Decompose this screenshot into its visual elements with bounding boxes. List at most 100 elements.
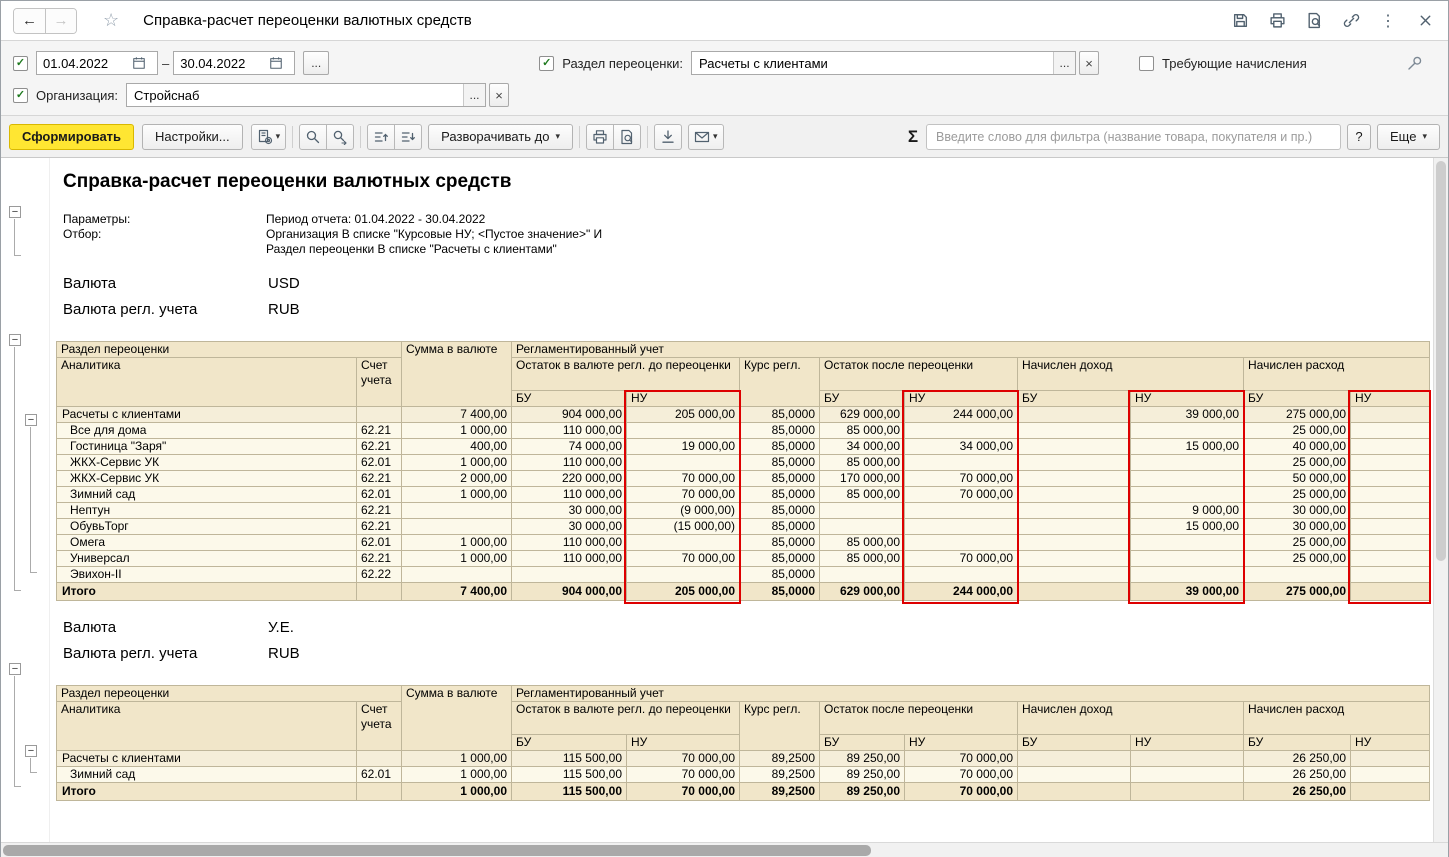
cell-value[interactable]: 70 000,00 — [905, 767, 1018, 783]
cell-value[interactable] — [1131, 455, 1244, 471]
cell-value[interactable]: 2 000,00 — [402, 471, 512, 487]
cell-value[interactable] — [820, 503, 905, 519]
cell-account[interactable]: 62.22 — [357, 567, 402, 583]
vertical-scrollbar-thumb[interactable] — [1436, 161, 1446, 561]
date-to-input[interactable] — [174, 56, 264, 71]
cell-value[interactable] — [402, 503, 512, 519]
cell-value[interactable]: 9 000,00 — [1131, 503, 1244, 519]
titlebar-save-button[interactable] — [1229, 10, 1251, 32]
cell-value[interactable]: 89,2500 — [740, 783, 820, 801]
cell-value[interactable]: 1 000,00 — [402, 423, 512, 439]
cell-value[interactable]: 70 000,00 — [905, 487, 1018, 503]
cell-value[interactable]: 85,0000 — [740, 519, 820, 535]
cell-value[interactable]: 70 000,00 — [627, 783, 740, 801]
cell-account[interactable]: 62.01 — [357, 487, 402, 503]
cell-value[interactable] — [820, 519, 905, 535]
back-button[interactable]: ← — [14, 9, 45, 33]
collapse-group-button[interactable]: − — [25, 414, 37, 426]
cell-value[interactable]: 34 000,00 — [905, 439, 1018, 455]
cell-value[interactable] — [1018, 567, 1131, 583]
cell-value[interactable] — [1018, 783, 1131, 801]
cell-value[interactable] — [1351, 567, 1430, 583]
cell-value[interactable] — [402, 567, 512, 583]
cell-value[interactable] — [512, 567, 627, 583]
send-email-button[interactable]: ▾ — [688, 124, 724, 150]
date-from-input[interactable] — [37, 56, 127, 71]
cell-value[interactable] — [1018, 583, 1131, 601]
cell-value[interactable]: 110 000,00 — [512, 487, 627, 503]
expand-groups-button[interactable] — [394, 124, 422, 150]
cell-value[interactable]: 85,0000 — [740, 407, 820, 423]
cell-value[interactable]: 115 500,00 — [512, 751, 627, 767]
section-select-button[interactable]: ... — [1053, 52, 1075, 74]
cell-value[interactable] — [1131, 423, 1244, 439]
cell-value[interactable]: 1 000,00 — [402, 487, 512, 503]
section-clear-button[interactable]: × — [1079, 51, 1099, 75]
cell-value[interactable] — [1131, 783, 1244, 801]
cell-value[interactable]: 85,0000 — [740, 535, 820, 551]
cell-analytics[interactable]: Гостиница "Заря" — [57, 439, 357, 455]
cell-analytics[interactable]: Расчеты с клиентами — [57, 407, 357, 423]
search-button[interactable] — [299, 124, 327, 150]
report-variants-button[interactable]: ▾ — [251, 124, 287, 150]
cell-value[interactable]: 30 000,00 — [512, 519, 627, 535]
cell-value[interactable]: 85 000,00 — [820, 487, 905, 503]
help-button[interactable]: ? — [1347, 124, 1371, 150]
cell-account[interactable]: 62.01 — [357, 535, 402, 551]
cell-value[interactable] — [1018, 455, 1131, 471]
cell-value[interactable]: 39 000,00 — [1131, 407, 1244, 423]
cell-value[interactable]: 89,2500 — [740, 751, 820, 767]
cell-account[interactable]: 62.21 — [357, 439, 402, 455]
cell-analytics[interactable]: Универсал — [57, 551, 357, 567]
cell-analytics[interactable]: Зимний сад — [57, 487, 357, 503]
cell-value[interactable]: 40 000,00 — [1244, 439, 1351, 455]
cell-value[interactable]: 70 000,00 — [905, 751, 1018, 767]
cell-value[interactable]: 1 000,00 — [402, 751, 512, 767]
cell-value[interactable] — [1351, 519, 1430, 535]
cell-value[interactable] — [1018, 503, 1131, 519]
cell-value[interactable]: 70 000,00 — [627, 767, 740, 783]
cell-value[interactable] — [905, 503, 1018, 519]
cell-value[interactable]: 25 000,00 — [1244, 423, 1351, 439]
cell-value[interactable] — [1018, 407, 1131, 423]
cell-value[interactable]: 220 000,00 — [512, 471, 627, 487]
titlebar-close-button[interactable] — [1414, 10, 1436, 32]
cell-value[interactable] — [1351, 407, 1430, 423]
report-filter-input[interactable] — [926, 124, 1341, 150]
cell-value[interactable]: 85,0000 — [740, 583, 820, 601]
titlebar-print-button[interactable] — [1266, 10, 1288, 32]
cell-value[interactable] — [1018, 423, 1131, 439]
cell-value[interactable] — [1131, 751, 1244, 767]
period-more-button[interactable]: ... — [303, 51, 329, 75]
org-checkbox[interactable]: ✓ — [13, 88, 28, 103]
cell-value[interactable]: 70 000,00 — [627, 751, 740, 767]
cell-value[interactable]: 400,00 — [402, 439, 512, 455]
cell-value[interactable] — [820, 567, 905, 583]
search-next-button[interactable] — [326, 124, 354, 150]
cell-value[interactable]: 1 000,00 — [402, 455, 512, 471]
cell-value[interactable]: 25 000,00 — [1244, 551, 1351, 567]
cell-value[interactable] — [1018, 439, 1131, 455]
expand-to-button[interactable]: Разворачивать до▾ — [428, 124, 573, 150]
cell-value[interactable]: 74 000,00 — [512, 439, 627, 455]
cell-value[interactable]: (15 000,00) — [627, 519, 740, 535]
cell-value[interactable]: 70 000,00 — [627, 487, 740, 503]
cell-value[interactable] — [1018, 767, 1131, 783]
cell-value[interactable] — [1244, 567, 1351, 583]
cell-value[interactable]: 30 000,00 — [512, 503, 627, 519]
cell-value[interactable]: 26 250,00 — [1244, 783, 1351, 801]
cell-value[interactable]: 19 000,00 — [627, 439, 740, 455]
cell-value[interactable]: 629 000,00 — [820, 407, 905, 423]
cell-value[interactable]: 85,0000 — [740, 551, 820, 567]
cell-value[interactable] — [1131, 551, 1244, 567]
cell-account[interactable]: 62.21 — [357, 551, 402, 567]
cell-value[interactable] — [627, 455, 740, 471]
cell-value[interactable] — [1018, 535, 1131, 551]
cell-value[interactable]: 170 000,00 — [820, 471, 905, 487]
cell-analytics[interactable]: ЖКХ-Сервис УК — [57, 471, 357, 487]
cell-value[interactable]: 70 000,00 — [905, 551, 1018, 567]
favorites-star-icon[interactable]: ☆ — [103, 10, 119, 31]
cell-value[interactable] — [1018, 471, 1131, 487]
cell-value[interactable] — [1018, 751, 1131, 767]
cell-value[interactable]: 39 000,00 — [1131, 583, 1244, 601]
